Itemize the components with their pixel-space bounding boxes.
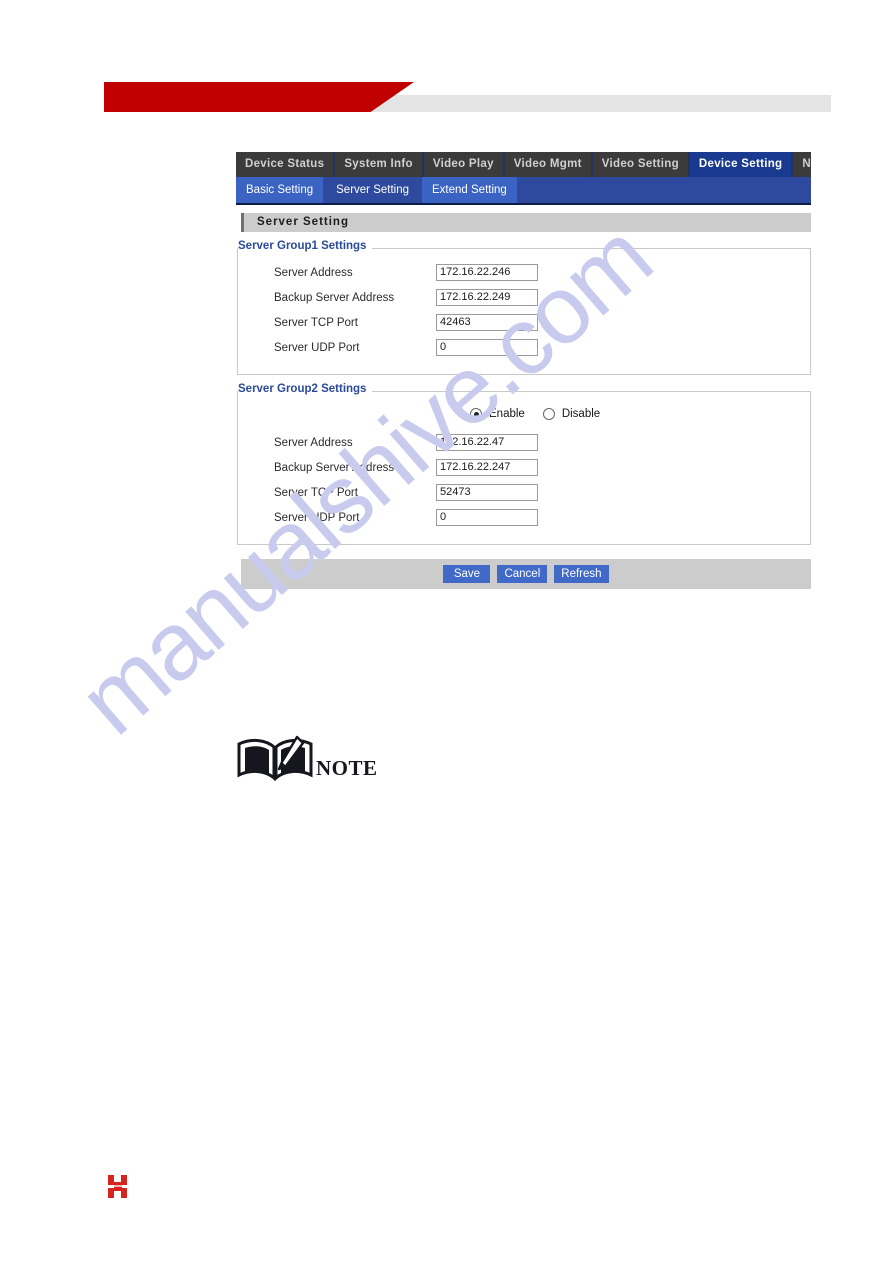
server-tcp-port-label-2: Server TCP Port (274, 486, 358, 499)
server-address-label: Server Address (274, 266, 353, 279)
note-label: NOTE (316, 756, 378, 780)
main-tab-device-status[interactable]: Device Status (236, 152, 334, 177)
field-row: Backup Server Address (238, 455, 810, 480)
server-address-input-2[interactable] (436, 434, 538, 451)
field-row: Server TCP Port (238, 310, 810, 335)
field-row: Server UDP Port (238, 335, 810, 360)
server-udp-port-input-2[interactable] (436, 509, 538, 526)
server-group1-fieldset: Server Group1 Settings Server Address Ba… (237, 240, 811, 375)
main-tab-bar: Device Status System Info Video Play Video … (236, 152, 811, 177)
enable-radio-label: Enable (489, 408, 525, 420)
server-tcp-port-input-2[interactable] (436, 484, 538, 501)
field-row: Server Address (238, 260, 810, 285)
main-tab-system-info[interactable]: System Info (335, 152, 422, 177)
backup-server-address-input[interactable] (436, 289, 538, 306)
brand-logo-icon (108, 1175, 127, 1198)
field-row: Server UDP Port (238, 505, 810, 530)
cancel-button[interactable]: Cancel (497, 565, 548, 583)
server-group2-fieldset: Server Group2 Settings Enable Disable Se… (237, 383, 811, 545)
refresh-button[interactable]: Refresh (554, 565, 609, 583)
server-address-label-2: Server Address (274, 436, 353, 449)
server-udp-port-label-2: Server UDP Port (274, 511, 360, 524)
field-row: Server TCP Port (238, 480, 810, 505)
disable-radio[interactable] (542, 408, 555, 420)
page-title: Server Setting (241, 213, 811, 232)
field-row: Backup Server Address (238, 285, 810, 310)
device-web-ui: Device Status System Info Video Play Video … (236, 152, 811, 589)
note-callout: NOTE (236, 733, 378, 783)
server-udp-port-input[interactable] (436, 339, 538, 356)
sub-tab-basic-setting[interactable]: Basic Setting (236, 177, 324, 203)
disable-radio-label: Disable (561, 408, 601, 420)
server-group1-legend: Server Group1 Settings (238, 240, 373, 252)
server-address-input[interactable] (436, 264, 538, 281)
open-book-with-pencil-icon (237, 735, 313, 782)
main-tab-video-play[interactable]: Video Play (423, 152, 503, 177)
main-tab-video-mgmt[interactable]: Video Mgmt (504, 152, 591, 177)
brand-logo (107, 1174, 129, 1205)
server-group2-legend: Server Group2 Settings (238, 383, 373, 395)
enable-disable-radio-group: Enable Disable (238, 403, 810, 425)
server-group2-body: Enable Disable Server Address Backup Ser… (238, 391, 810, 544)
page-header-banner (0, 0, 893, 130)
sub-tab-server-setting[interactable]: Server Setting (326, 177, 419, 203)
server-udp-port-label: Server UDP Port (274, 341, 360, 354)
server-tcp-port-label: Server TCP Port (274, 316, 358, 329)
header-red-accent (104, 82, 414, 112)
main-tab-network-sett[interactable]: Network Sett (793, 152, 811, 177)
save-button[interactable]: Save (443, 565, 491, 583)
server-tcp-port-input[interactable] (436, 314, 538, 331)
sub-tab-bar: Basic Setting Server Setting Extend Settin… (236, 177, 811, 205)
field-row: Server Address (238, 430, 810, 455)
backup-server-address-label-2: Backup Server Address (274, 461, 395, 474)
backup-server-address-input-2[interactable] (436, 459, 538, 476)
server-group1-body: Server Address Backup Server Address Ser… (238, 248, 810, 374)
main-tab-video-setting[interactable]: Video Setting (592, 152, 688, 177)
sub-tab-extend-setting[interactable]: Extend Setting (422, 177, 517, 203)
enable-radio[interactable] (470, 408, 482, 420)
action-bar: Save Cancel Refresh (241, 559, 811, 589)
backup-server-address-label: Backup Server Address (274, 291, 395, 304)
main-tab-device-setting[interactable]: Device Setting (689, 152, 792, 177)
